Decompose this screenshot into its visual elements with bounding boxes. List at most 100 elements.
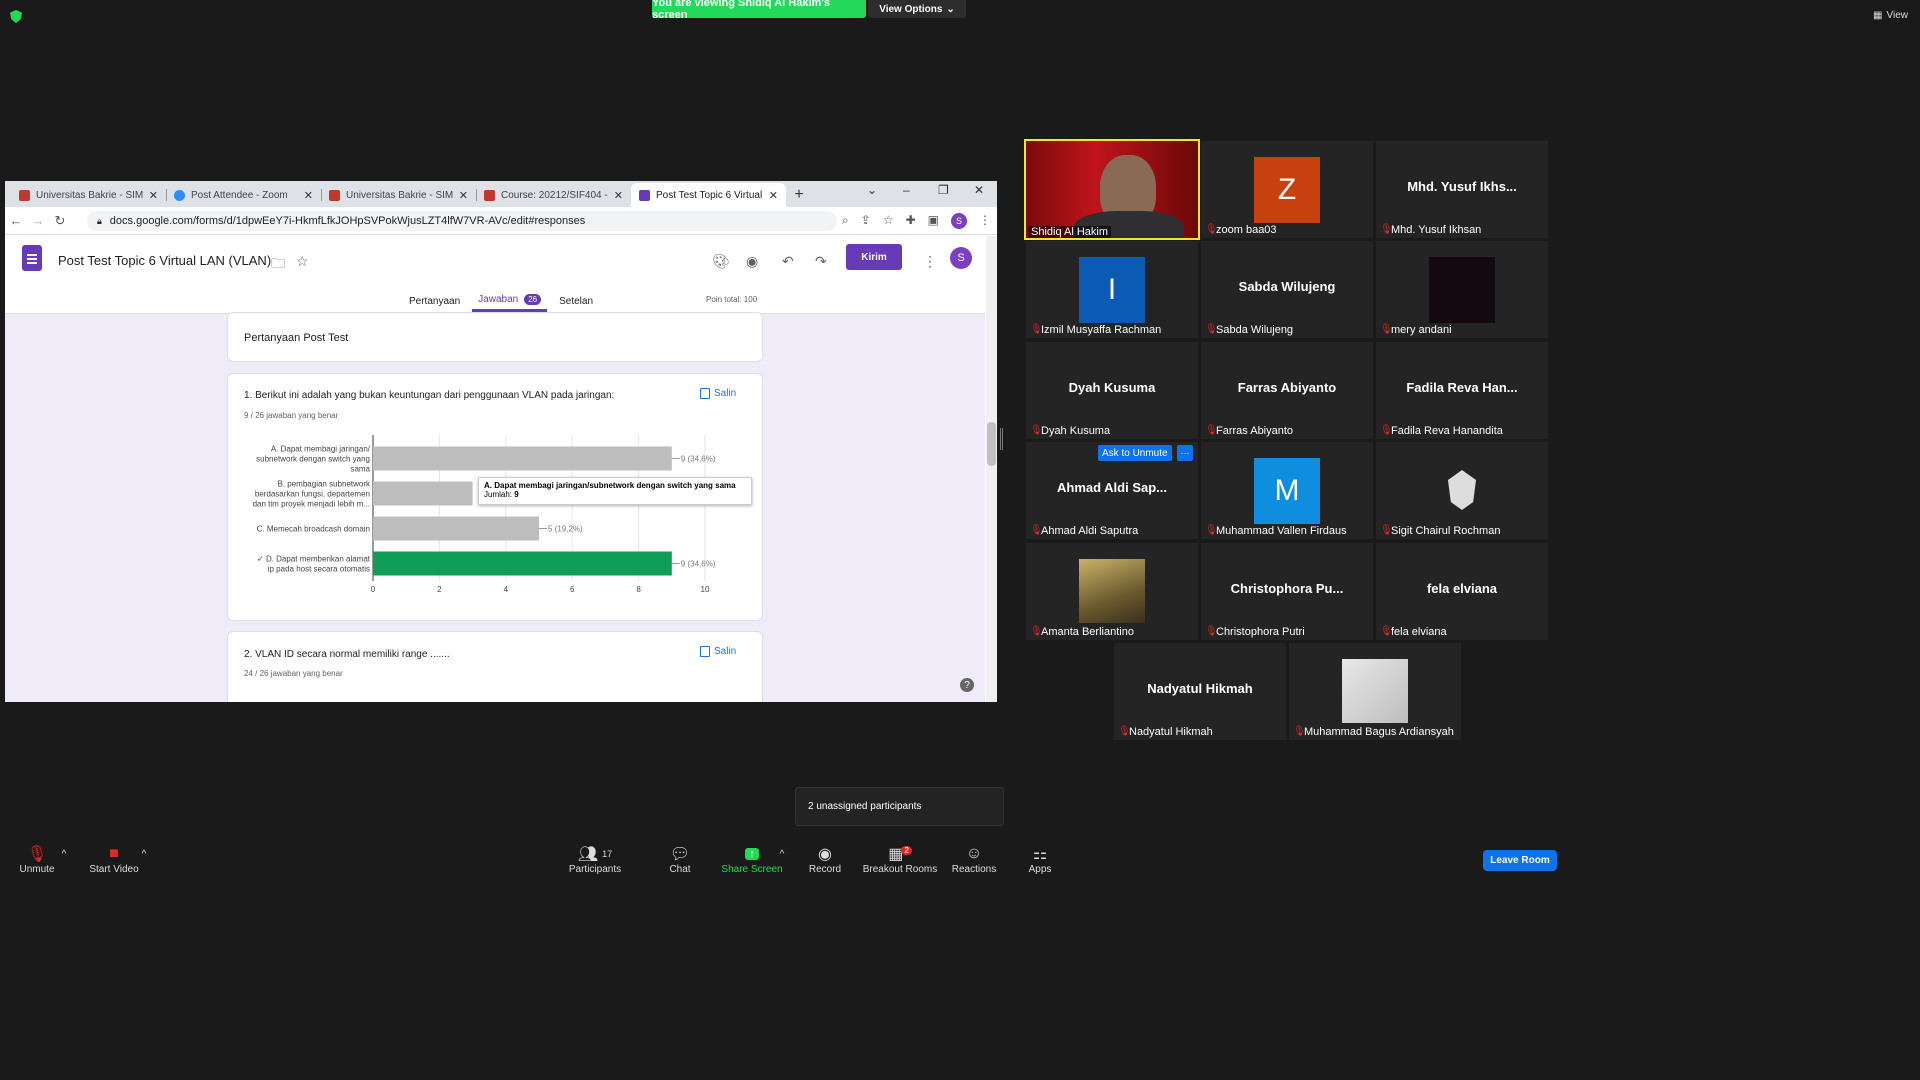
close-tab-icon[interactable]: ✕	[459, 189, 468, 202]
star-icon[interactable]: ☆	[296, 253, 309, 270]
participant-name-label: 🎙︎ Muhammad Bagus Ardiansyah	[1293, 726, 1454, 738]
more-options-button[interactable]: ···	[1177, 445, 1193, 461]
close-tab-icon[interactable]: ✕	[769, 189, 778, 202]
unmute-button[interactable]: 🎙︎ Unmute	[14, 844, 60, 875]
side-panel-icon[interactable]: ▣	[928, 213, 939, 229]
tooltip-count: 9	[514, 490, 519, 499]
leave-room-button[interactable]: Leave Room	[1483, 850, 1557, 871]
minimize-icon[interactable]: –	[903, 183, 910, 197]
tab-questions[interactable]: Pertanyaan	[403, 290, 466, 312]
restore-icon[interactable]: ❐	[938, 183, 949, 197]
help-icon[interactable]: ?	[960, 678, 974, 692]
share-options-caret[interactable]: ^	[776, 844, 788, 864]
split-resize-handle[interactable]	[1000, 428, 1003, 450]
ask-to-unmute-button[interactable]: Ask to Unmute	[1098, 445, 1172, 461]
form-title[interactable]: Post Test Topic 6 Virtual LAN (VLAN)	[58, 253, 271, 268]
participant-tile[interactable]: Shidiq Al Hakim	[1024, 139, 1200, 240]
close-window-icon[interactable]: ✕	[974, 183, 984, 197]
muted-mic-icon: 🎙︎	[1380, 425, 1393, 436]
more-vert-icon[interactable]: ⋮	[923, 253, 937, 270]
participant-tile[interactable]: Farras Abiyanto 🎙︎ Farras Abiyanto	[1201, 342, 1373, 439]
video-options-caret[interactable]: ^	[138, 844, 150, 864]
participant-name: Sabda Wilujeng	[1216, 324, 1294, 336]
muted-mic-icon: 🎙︎	[26, 846, 48, 863]
browser-tab[interactable]: Post Attendee - Zoom ✕	[166, 183, 321, 207]
chat-button[interactable]: 💬︎ Chat	[660, 844, 700, 875]
close-tab-icon[interactable]: ✕	[614, 189, 623, 202]
browser-toolbar-icons: ⌕ ⇪ ☆ ✚ ▣ S ⋮	[842, 213, 991, 229]
view-options-label: View Options	[879, 3, 943, 15]
bookmark-star-icon[interactable]: ☆	[883, 213, 894, 229]
reactions-button[interactable]: ☺ Reactions	[950, 844, 998, 875]
browser-profile-avatar[interactable]: S	[951, 213, 967, 229]
muted-mic-icon: 🎙︎	[1030, 324, 1043, 335]
form-profile-avatar[interactable]: S	[950, 247, 972, 269]
tab-responses[interactable]: Jawaban 26	[472, 290, 548, 312]
view-button[interactable]: ▦ View	[1873, 10, 1908, 21]
share-screen-button[interactable]: ↑ Share Screen	[720, 844, 784, 875]
extensions-icon[interactable]: ✚	[906, 213, 916, 229]
back-icon[interactable]: ←	[5, 213, 27, 228]
participant-name: Dyah Kusuma	[1041, 425, 1111, 437]
participant-tile[interactable]: I 🎙︎ Izmil Musyaffa Rachman	[1026, 241, 1198, 338]
forward-icon[interactable]: →	[27, 213, 49, 228]
participant-tile[interactable]: 🎙︎ Sigit Chairul Rochman	[1376, 442, 1548, 539]
participants-button[interactable]: 👥︎ 17 Participants	[564, 844, 626, 875]
participant-tile[interactable]: Sabda Wilujeng 🎙︎ Sabda Wilujeng	[1201, 241, 1373, 338]
new-tab-icon[interactable]: +	[786, 183, 812, 207]
participant-tile[interactable]: Mhd. Yusuf Ikhs... 🎙︎ Mhd. Yusuf Ikhsan	[1376, 141, 1548, 238]
participant-tile[interactable]: fela elviana 🎙︎ fela elviana	[1376, 543, 1548, 640]
copy-icon	[700, 388, 710, 399]
participant-tile[interactable]: 🎙︎ Amanta Berliantino	[1026, 543, 1198, 640]
apps-button[interactable]: ⚏ Apps	[1022, 844, 1058, 875]
scrollbar-thumb[interactable]	[987, 422, 996, 466]
breakout-rooms-button[interactable]: ▦ 2 Breakout Rooms	[862, 844, 938, 875]
send-button[interactable]: Kirim	[846, 244, 902, 270]
participant-name-label: 🎙︎ Izmil Musyaffa Rachman	[1030, 324, 1161, 336]
participant-tile[interactable]: Fadila Reva Han... 🎙︎ Fadila Reva Hanandit…	[1376, 342, 1548, 439]
browser-menu-icon[interactable]: ⋮	[979, 213, 991, 229]
copy-chart-button[interactable]: Salin	[700, 388, 736, 399]
page-scrollbar[interactable]	[986, 236, 997, 702]
preview-eye-icon[interactable]: ◉	[746, 253, 758, 270]
view-options-button[interactable]: View Options ⌄	[868, 0, 966, 18]
lock-icon: 🔒︎	[97, 215, 102, 226]
record-button[interactable]: ◉ Record	[803, 844, 847, 875]
google-forms-icon[interactable]	[22, 245, 42, 271]
reload-icon[interactable]: ↻	[49, 213, 71, 229]
chart-bar	[373, 481, 473, 506]
redo-icon[interactable]: ↷	[815, 253, 827, 270]
zoom-icon[interactable]: ⌕	[842, 213, 849, 229]
participant-tile[interactable]: Dyah Kusuma 🎙︎ Dyah Kusuma	[1026, 342, 1198, 439]
close-tab-icon[interactable]: ✕	[149, 189, 158, 202]
share-icon[interactable]: ⇪	[861, 213, 871, 229]
tab-responses-label: Jawaban	[478, 294, 519, 305]
browser-tab[interactable]: Universitas Bakrie - SIM A ✕	[11, 183, 166, 207]
participant-tile[interactable]: M 🎙︎ Muhammad Vallen Firdaus	[1201, 442, 1373, 539]
participant-tile[interactable]: Nadyatul Hikmah 🎙︎ Nadyatul Hikmah	[1114, 643, 1286, 740]
participant-tile[interactable]: Ahmad Aldi Sap... Ask to Unmute ··· 🎙︎ Ahmad…	[1026, 442, 1198, 539]
browser-tab-active[interactable]: Post Test Topic 6 Virtual L ✕	[631, 183, 786, 207]
tab-settings[interactable]: Setelan	[553, 290, 599, 312]
participant-display-name: Ahmad Aldi Sap...	[1056, 480, 1168, 495]
security-shield-icon[interactable]	[10, 10, 22, 23]
copy-chart-button[interactable]: Salin	[700, 646, 736, 657]
participant-tile[interactable]: 🎙︎ Muhammad Bagus Ardiansyah	[1289, 643, 1461, 740]
participant-name-label: 🎙︎ Ahmad Aldi Saputra	[1030, 525, 1138, 537]
url-field[interactable]: 🔒︎ docs.google.com/forms/d/1dpwEeY7i-Hkmf…	[87, 211, 837, 231]
participant-tile[interactable]: Christophora Pu... 🎙︎ Christophora Putri	[1201, 543, 1373, 640]
participants-icon-row: 👥︎ 17	[564, 844, 626, 864]
participant-tile[interactable]: Z 🎙︎ zoom baa03	[1201, 141, 1373, 238]
undo-icon[interactable]: ↶	[782, 253, 794, 270]
participants-label: Participants	[568, 864, 622, 875]
participant-tile[interactable]: 🎙︎ mery andani	[1376, 241, 1548, 338]
start-video-button[interactable]: ■ Start Video	[86, 844, 142, 875]
browser-tab[interactable]: Universitas Bakrie - SIM A ✕	[321, 183, 476, 207]
audio-options-caret[interactable]: ^	[58, 844, 70, 864]
close-tab-icon[interactable]: ✕	[304, 189, 313, 202]
folder-icon[interactable]: 🗀︎	[271, 253, 285, 277]
copy-icon	[700, 646, 710, 657]
browser-tab[interactable]: Course: 20212/SIF404 - P ✕	[476, 183, 631, 207]
palette-icon[interactable]: 🎨︎	[712, 253, 730, 270]
tab-search-icon[interactable]: ⌄	[867, 183, 877, 197]
